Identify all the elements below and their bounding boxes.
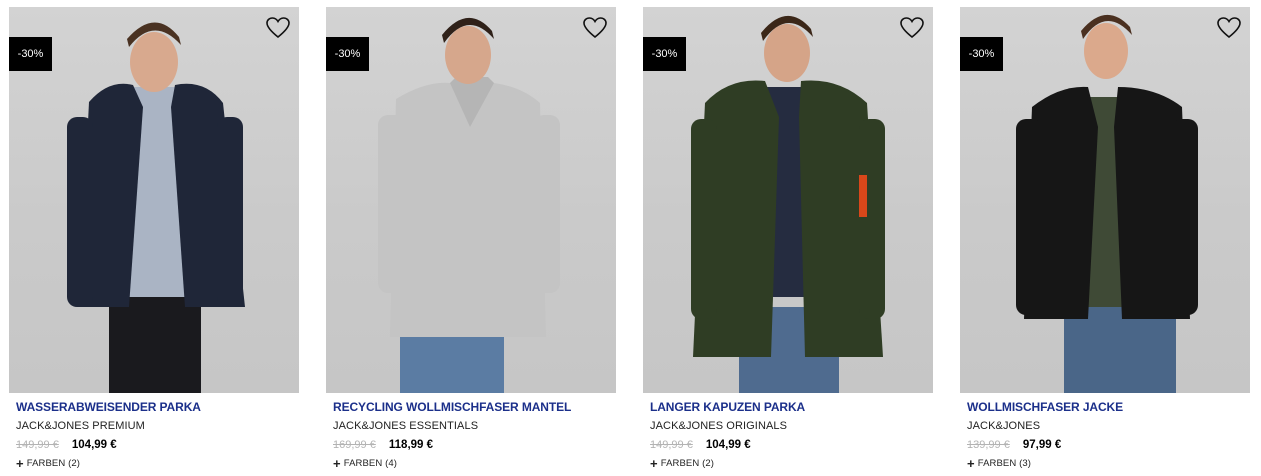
product-name[interactable]: LANGER KAPUZEN PARKA <box>650 400 805 414</box>
colors-count: (4) <box>385 458 397 469</box>
product-card[interactable]: -30% RECYCLING WOLLMISCHFASER MANTEL JAC… <box>326 7 616 476</box>
product-photo <box>1016 14 1198 393</box>
price-block: 149,99 € 104,99 € <box>16 439 117 451</box>
colors-count: (2) <box>702 458 714 469</box>
more-colors-link[interactable]: + FARBEN (2) <box>650 455 714 471</box>
colors-label: FARBEN <box>660 458 700 469</box>
sale-price: 97,99 € <box>1022 439 1062 451</box>
discount-badge: -30% <box>960 37 1003 71</box>
discount-badge: -30% <box>9 37 52 71</box>
more-colors-link[interactable]: + FARBEN (4) <box>333 455 397 471</box>
sale-price: 104,99 € <box>705 439 751 451</box>
price-block: 139,99 € 97,99 € <box>967 439 1061 451</box>
old-price: 149,99 € <box>16 439 59 451</box>
sale-price: 118,99 € <box>388 439 434 451</box>
discount-badge: -30% <box>643 37 686 71</box>
plus-icon: + <box>650 455 658 471</box>
product-image[interactable]: -30% <box>326 7 616 393</box>
old-price: 169,99 € <box>333 439 376 451</box>
product-photo <box>378 17 560 393</box>
product-name[interactable]: WOLLMISCHFASER JACKE <box>967 400 1123 414</box>
heart-icon[interactable] <box>1216 16 1242 40</box>
product-image[interactable]: -30% <box>643 7 933 393</box>
colors-label: FARBEN <box>977 458 1017 469</box>
heart-icon[interactable] <box>899 16 925 40</box>
plus-icon: + <box>967 455 975 471</box>
product-brand: JACK&JONES ESSENTIALS <box>333 420 479 432</box>
price-block: 149,99 € 104,99 € <box>650 439 751 451</box>
heart-icon[interactable] <box>582 16 608 40</box>
product-brand: JACK&JONES ORIGINALS <box>650 420 788 432</box>
heart-icon[interactable] <box>265 16 291 40</box>
old-price: 149,99 € <box>650 439 693 451</box>
product-photo <box>67 22 245 393</box>
product-brand: JACK&JONES PREMIUM <box>16 420 145 432</box>
discount-badge: -30% <box>326 37 369 71</box>
plus-icon: + <box>333 455 341 471</box>
product-card[interactable]: -30% WASSERABWEISENDER PARKA JACK&JONES … <box>9 7 299 476</box>
colors-label: FARBEN <box>343 458 383 469</box>
product-photo <box>691 15 885 393</box>
sale-price: 104,99 € <box>71 439 117 451</box>
product-brand: JACK&JONES <box>967 420 1041 432</box>
plus-icon: + <box>16 455 24 471</box>
colors-count: (3) <box>1019 458 1031 469</box>
product-grid: -30% WASSERABWEISENDER PARKA JACK&JONES … <box>0 0 1261 476</box>
product-card[interactable]: -30% WOLLMISCHFASER JACKE JACK&JONES 139… <box>960 7 1250 476</box>
product-image[interactable]: -30% <box>9 7 299 393</box>
more-colors-link[interactable]: + FARBEN (2) <box>16 455 80 471</box>
price-block: 169,99 € 118,99 € <box>333 439 433 451</box>
product-name[interactable]: RECYCLING WOLLMISCHFASER MANTEL <box>333 400 571 414</box>
product-name[interactable]: WASSERABWEISENDER PARKA <box>16 400 201 414</box>
product-image[interactable]: -30% <box>960 7 1250 393</box>
colors-label: FARBEN <box>26 458 66 469</box>
more-colors-link[interactable]: + FARBEN (3) <box>967 455 1031 471</box>
product-card[interactable]: -30% LANGER KAPUZEN PARKA JACK&JONES ORI… <box>643 7 933 476</box>
colors-count: (2) <box>68 458 80 469</box>
old-price: 139,99 € <box>967 439 1010 451</box>
